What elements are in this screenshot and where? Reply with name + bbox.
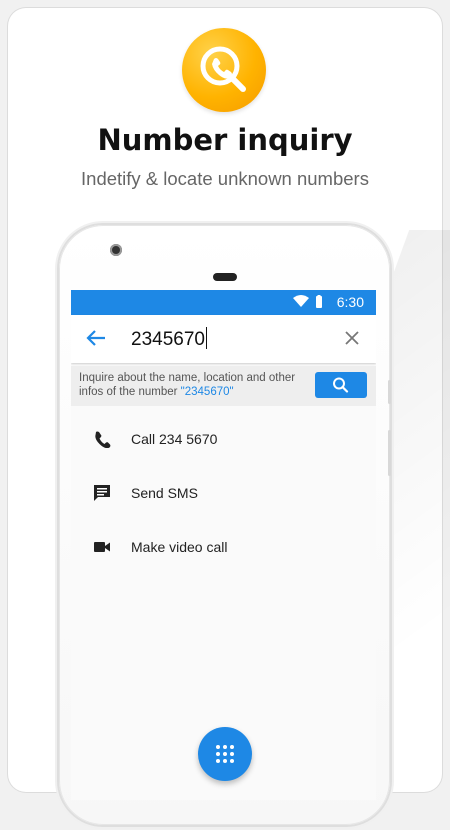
inquire-banner[interactable]: Inquire about the name, location and oth… bbox=[71, 366, 376, 406]
sms-label: Send SMS bbox=[131, 485, 198, 501]
dialpad-button[interactable] bbox=[198, 727, 252, 781]
magnifier-phone-icon bbox=[200, 46, 246, 92]
dialpad-icon bbox=[216, 745, 234, 763]
status-bar: 6:30 bbox=[71, 290, 376, 315]
call-label: Call 234 5670 bbox=[131, 431, 218, 447]
phone-screen: 6:30 2345670 Inquire about the name, loc… bbox=[71, 290, 376, 800]
video-camera-icon bbox=[93, 538, 111, 561]
text-cursor bbox=[205, 327, 207, 349]
search-query: 2345670 bbox=[131, 329, 205, 350]
side-button bbox=[388, 380, 391, 404]
earpiece-speaker bbox=[213, 273, 237, 281]
video-call-action[interactable]: Make video call bbox=[71, 528, 376, 568]
clear-icon[interactable] bbox=[344, 330, 360, 351]
status-time: 6:30 bbox=[336, 294, 364, 310]
side-button bbox=[388, 430, 391, 476]
call-action[interactable]: Call 234 5670 bbox=[71, 420, 376, 460]
search-input[interactable]: 2345670 bbox=[131, 327, 207, 351]
page-title: Number inquiry bbox=[97, 123, 353, 157]
search-bar: 2345670 bbox=[71, 315, 376, 363]
front-camera bbox=[110, 244, 122, 256]
app-logo bbox=[182, 28, 266, 112]
inquire-search-button[interactable] bbox=[315, 372, 367, 398]
search-icon bbox=[333, 377, 349, 393]
back-arrow-icon[interactable] bbox=[85, 327, 107, 354]
phone-icon bbox=[93, 430, 111, 453]
page-subtitle: Indetify & locate unknown numbers bbox=[81, 168, 369, 189]
video-call-label: Make video call bbox=[131, 539, 228, 555]
sms-icon bbox=[93, 484, 111, 507]
status-icons bbox=[292, 295, 326, 312]
wifi-battery-icon bbox=[293, 295, 322, 308]
sms-action[interactable]: Send SMS bbox=[71, 474, 376, 514]
inquire-number: "2345670" bbox=[180, 386, 234, 398]
inquire-text: Inquire about the name, location and oth… bbox=[79, 371, 309, 399]
